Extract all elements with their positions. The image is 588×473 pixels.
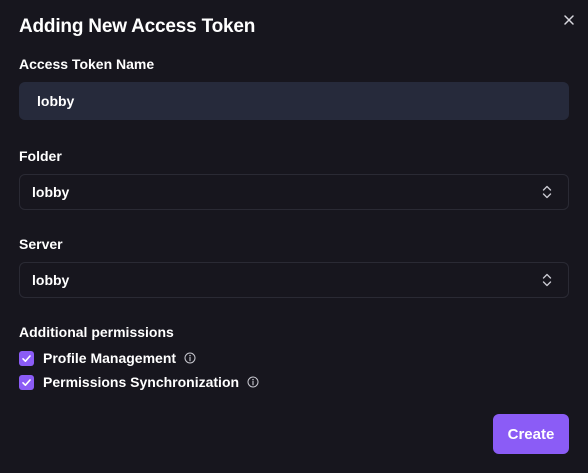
permissions-label: Additional permissions <box>19 324 174 340</box>
permissions-synchronization-checkbox[interactable] <box>19 374 34 390</box>
check-icon <box>22 354 31 362</box>
server-select[interactable]: lobby <box>19 262 569 298</box>
folder-label: Folder <box>19 148 62 164</box>
info-icon[interactable] <box>184 352 196 364</box>
permission-item-permissions-synchronization: Permissions Synchronization <box>19 373 259 391</box>
check-icon <box>22 378 31 386</box>
chevron-up-down-icon <box>542 185 552 199</box>
add-access-token-dialog: Adding New Access Token Access Token Nam… <box>0 0 588 473</box>
create-button[interactable]: Create <box>493 414 569 454</box>
chevron-up-down-icon <box>542 273 552 287</box>
dialog-title: Adding New Access Token <box>19 16 256 37</box>
close-icon <box>564 15 574 25</box>
folder-select[interactable]: lobby <box>19 174 569 210</box>
token-name-value: lobby <box>37 93 75 109</box>
close-button[interactable] <box>560 11 578 29</box>
permission-item-profile-management: Profile Management <box>19 349 196 367</box>
permissions-synchronization-label: Permissions Synchronization <box>43 374 240 390</box>
token-name-label: Access Token Name <box>19 56 155 72</box>
folder-selected-value: lobby <box>32 184 70 200</box>
token-name-input[interactable]: lobby <box>19 82 569 120</box>
server-selected-value: lobby <box>32 272 70 288</box>
server-label: Server <box>19 236 63 252</box>
profile-management-label: Profile Management <box>43 350 177 366</box>
profile-management-checkbox[interactable] <box>19 350 34 366</box>
info-icon[interactable] <box>247 376 259 388</box>
